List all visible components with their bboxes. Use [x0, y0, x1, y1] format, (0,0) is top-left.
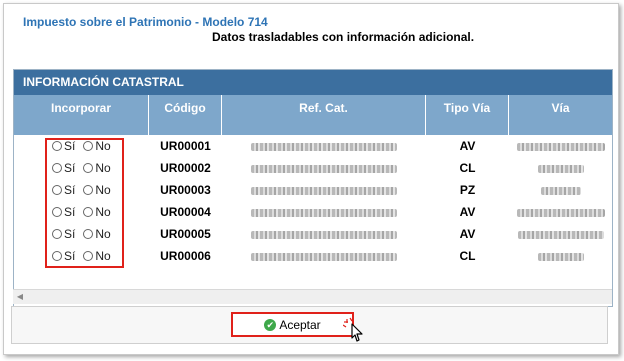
window-subtitle: Datos trasladables con información adici…	[212, 30, 475, 44]
accept-button-label: Aceptar	[279, 317, 321, 332]
tipovia-cell: PZ	[459, 183, 476, 197]
column-header-tipovia: Tipo Vía	[426, 95, 509, 135]
codigo-cell: UR00004	[160, 205, 211, 219]
via-cell	[509, 179, 612, 201]
column-header-incorporar: Incorporar	[14, 95, 149, 135]
via-cell	[509, 245, 612, 267]
redacted-refcat	[251, 252, 397, 261]
codigo-cell: UR00005	[160, 227, 211, 241]
redacted-via	[517, 230, 604, 239]
redacted-refcat	[251, 230, 397, 239]
refcat-cell	[222, 223, 426, 245]
via-cell	[509, 135, 612, 157]
refcat-cell	[222, 245, 426, 267]
codigo-cell: UR00006	[160, 249, 211, 263]
redacted-via	[537, 164, 584, 173]
refcat-cell	[222, 179, 426, 201]
via-cell	[509, 157, 612, 179]
horizontal-scrollbar[interactable]: ◀	[13, 289, 612, 304]
column-header-via: Vía	[509, 95, 612, 135]
scroll-left-arrow-icon[interactable]: ◀	[13, 290, 27, 304]
redacted-refcat	[251, 186, 397, 195]
codigo-cell: UR00002	[160, 161, 211, 175]
refcat-cell	[222, 157, 426, 179]
tipovia-cell: AV	[459, 139, 476, 153]
refcat-cell	[222, 135, 426, 157]
incorporar-highlight	[45, 138, 124, 268]
via-cell	[509, 223, 612, 245]
pointer-cursor-icon	[343, 317, 363, 342]
via-cell	[509, 201, 612, 223]
section-header: INFORMACIÓN CATASTRAL	[14, 70, 612, 95]
redacted-refcat	[251, 208, 397, 217]
column-header-refcat: Ref. Cat.	[222, 95, 426, 135]
tipovia-cell: AV	[459, 227, 476, 241]
tipovia-cell: AV	[459, 205, 476, 219]
refcat-cell	[222, 201, 426, 223]
column-header-codigo: Código	[149, 95, 222, 135]
redacted-refcat	[251, 164, 397, 173]
redacted-via	[537, 252, 584, 261]
redacted-refcat	[251, 142, 397, 151]
redacted-via	[516, 142, 605, 151]
tipovia-cell: CL	[459, 249, 476, 263]
window-title: Impuesto sobre el Patrimonio - Modelo 71…	[23, 15, 268, 29]
codigo-cell: UR00003	[160, 183, 211, 197]
accept-button[interactable]: ✔ Aceptar	[231, 312, 354, 337]
check-circle-icon: ✔	[264, 318, 277, 331]
tipovia-cell: CL	[459, 161, 476, 175]
codigo-cell: UR00001	[160, 139, 211, 153]
redacted-via	[540, 186, 581, 195]
redacted-via	[516, 208, 605, 217]
